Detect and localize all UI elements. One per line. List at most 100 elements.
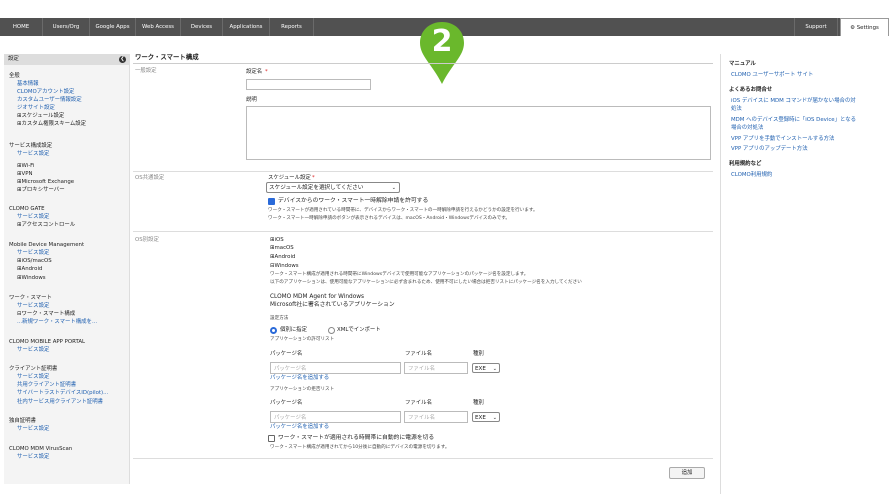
main-content: ワーク・スマート構成 一般設定 設定名 * 説明 OS共通設定 スケジュール設定… (133, 54, 713, 494)
sidebar-item[interactable]: 基本情報 (17, 81, 39, 88)
windows-note-2: 以下のアプリケーションは、使用可能なアプリケーションに必ず含まれるため、使用不可… (270, 280, 582, 285)
nav-reports[interactable]: Reports (270, 18, 314, 36)
sidebar-item[interactable]: サービス設定 (17, 454, 49, 461)
settings-sidebar: 設定 ❮ 全般 基本情報 CLOMOアカウント設定 カスタムユーザー情報設定 ジオサイト… (4, 54, 130, 484)
deny-add-package-link[interactable]: パッケージ名を追加する (270, 424, 329, 431)
sidebar-item[interactable]: ⊞カスタム権限スキーム設定 (17, 121, 86, 128)
allow-col-type: 種別 (473, 351, 484, 357)
required-mark: * (265, 69, 268, 75)
os-tree-macos[interactable]: ⊞macOS (270, 245, 294, 252)
deny-package-input[interactable]: パッケージ名 (270, 411, 401, 423)
schedule-label: スケジュール設定 (268, 175, 311, 181)
sidebar-group-title: 独自証明書 (9, 418, 36, 424)
sidebar-group-title: 全般 (9, 73, 20, 79)
name-input[interactable] (246, 79, 371, 90)
nav-web-access[interactable]: Web Access (136, 18, 181, 36)
sidebar-item[interactable]: カスタムユーザー情報設定 (17, 97, 82, 104)
allow-type-value: EXE (475, 366, 486, 372)
auto-power-off-checkbox[interactable] (268, 435, 275, 442)
radio-xml-import[interactable] (328, 327, 335, 334)
allow-temp-release-label: デバイスからのワーク・スマート一時解除申請を許可する (278, 198, 429, 204)
radio-individual-label: 個別に指定 (280, 327, 307, 333)
radio-individual[interactable] (270, 327, 277, 334)
sidebar-item[interactable]: ⊞スケジュール設定 (17, 113, 64, 120)
gear-icon: ⚙ (850, 25, 855, 31)
nav-support[interactable]: Support (794, 18, 838, 36)
nav-settings[interactable]: ⚙ Settings (840, 18, 889, 36)
sidebar-item[interactable]: 共用クライアント証明書 (17, 382, 76, 389)
allow-temp-note-2: ワーク・スマート一時解除申請のボタンが表示されるデバイスは、macOS・Andr… (268, 216, 510, 221)
nav-users-org[interactable]: Users/Org (43, 18, 90, 36)
faq-link-1-cont[interactable]: 処法 (731, 106, 742, 113)
faq-link-1[interactable]: iOS デバイスに MDM コマンドが届かない場合の対 (731, 98, 856, 105)
schedule-required-mark: * (312, 175, 315, 181)
allow-file-input[interactable]: ファイル名 (404, 362, 468, 374)
deny-list-label: アプリケーションの拒否リスト (270, 387, 335, 392)
allow-temp-note-1: ワーク・スマートが適用されている時間帯に、デバイスからワーク・スマートの一時解除… (268, 208, 538, 213)
chevron-down-icon: ⌄ (492, 366, 497, 372)
allow-type-select[interactable]: EXE ⌄ (472, 363, 500, 373)
deny-type-value: EXE (475, 415, 486, 421)
sidebar-item[interactable]: ⊞Wi-Fi (17, 163, 34, 170)
os-tree-ios[interactable]: ⊞iOS (270, 237, 284, 244)
sidebar-item[interactable]: ⊞アクセスコントロール (17, 222, 75, 229)
os-tree-windows[interactable]: ⊟Windows (270, 263, 299, 270)
nav-google-apps[interactable]: Google Apps (90, 18, 136, 36)
sidebar-item[interactable]: 社内サービス用クライアント証明書 (17, 399, 103, 406)
page-title: ワーク・スマート構成 (135, 53, 199, 61)
add-button[interactable]: 追加 (669, 467, 705, 479)
sidebar-item[interactable]: CLOMOアカウント設定 (17, 89, 74, 96)
faq-title: よくあるお問合せ (729, 87, 773, 93)
nav-home[interactable]: HOME (0, 18, 43, 36)
sidebar-item[interactable]: サービス設定 (17, 214, 49, 221)
sidebar-item[interactable]: ⊞Android (17, 266, 42, 273)
sidebar-group-title: サービス構成設定 (9, 143, 53, 149)
os-common-section-label: OS共通設定 (135, 175, 165, 181)
sidebar-group-title: ワーク・スマート (9, 295, 52, 301)
nav-devices[interactable]: Devices (181, 18, 223, 36)
terms-link[interactable]: CLOMO利用規約 (731, 172, 772, 179)
faq-link-2-cont[interactable]: 場合の対処法 (731, 125, 763, 132)
sidebar-item[interactable]: ⊞プロキシサーバー (17, 187, 65, 194)
sidebar-group-title: Mobile Device Management (9, 242, 85, 248)
chevron-down-icon: ⌄ (492, 415, 497, 421)
sidebar-item[interactable]: サービス設定 (17, 426, 49, 433)
deny-col-package: パッケージ名 (270, 400, 303, 406)
allow-temp-release-checkbox[interactable] (268, 198, 275, 205)
allow-col-file: ファイル名 (405, 351, 432, 357)
faq-link-4[interactable]: VPP アプリのアップデート方法 (731, 146, 808, 153)
sidebar-item[interactable]: サイバートラストデバイスID(pilot)... (17, 390, 108, 397)
sidebar-item[interactable]: ⊞VPN (17, 171, 33, 178)
sidebar-item[interactable]: サービス設定 (17, 374, 49, 381)
allow-add-package-link[interactable]: パッケージ名を追加する (270, 375, 329, 382)
sidebar-item[interactable]: ...新規ワーク・スマート構成を... (17, 319, 97, 326)
schedule-select[interactable]: スケジュール設定を選択してください ⌄ (266, 182, 400, 193)
nav-applications[interactable]: Applications (223, 18, 270, 36)
sidebar-item[interactable]: ⊟ワーク・スマート構成 (17, 311, 75, 318)
collapse-sidebar-icon[interactable]: ❮ (119, 56, 126, 63)
sidebar-item[interactable]: サービス設定 (17, 250, 49, 257)
manual-link[interactable]: CLOMO ユーザーサポート サイト (731, 72, 813, 79)
allow-col-package: パッケージ名 (270, 351, 303, 357)
help-panel: マニュアル CLOMO ユーザーサポート サイト よくあるお問合せ iOS デバ… (720, 54, 889, 494)
windows-note-1: ワーク・スマート構成が適用される時間帯にWindowsデバイスで使用可能なアプリ… (270, 272, 529, 277)
faq-link-3[interactable]: VPP アプリを手動でインストールする方法 (731, 136, 834, 143)
sidebar-item[interactable]: サービス設定 (17, 303, 49, 310)
sidebar-item[interactable]: ⊞Windows (17, 275, 46, 282)
sidebar-item[interactable]: ⊞Microsoft Exchange (17, 179, 74, 186)
allow-package-input[interactable]: パッケージ名 (270, 362, 401, 374)
sidebar-item[interactable]: サービス設定 (17, 347, 49, 354)
os-tree-android[interactable]: ⊞Android (270, 254, 295, 261)
deny-col-file: ファイル名 (405, 400, 432, 406)
radio-xml-label: XMLでインポート (337, 327, 381, 333)
faq-link-2[interactable]: MDM へのデバイス登録時に「iOS Device」となる (731, 117, 856, 124)
deny-file-input[interactable]: ファイル名 (404, 411, 468, 423)
section-divider (133, 171, 713, 172)
description-textarea[interactable] (246, 106, 711, 160)
sidebar-item[interactable]: ジオサイト設定 (17, 105, 55, 112)
deny-col-type: 種別 (473, 400, 484, 406)
sidebar-item[interactable]: ⊞iOS/macOS (17, 258, 52, 265)
sidebar-item[interactable]: サービス設定 (17, 151, 49, 158)
deny-type-select[interactable]: EXE ⌄ (472, 412, 500, 422)
allow-list-label: アプリケーションの許可リスト (270, 337, 335, 342)
